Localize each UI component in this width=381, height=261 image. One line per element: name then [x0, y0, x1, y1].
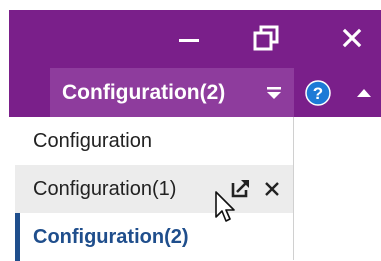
help-icon[interactable]: ? — [305, 80, 331, 106]
close-icon[interactable] — [265, 182, 279, 196]
restore-button[interactable] — [246, 20, 286, 56]
menu-item-configuration-2[interactable]: Configuration(2) — [15, 213, 293, 261]
collapse-icon[interactable] — [357, 89, 371, 97]
restore-icon — [253, 25, 279, 51]
minimize-icon — [179, 39, 199, 42]
menu-item-configuration[interactable]: Configuration — [15, 117, 293, 165]
mouse-pointer-icon — [215, 191, 235, 222]
dropdown-arrow-icon[interactable] — [267, 87, 281, 99]
svg-text:?: ? — [313, 84, 323, 103]
menu-item-label: Configuration(2) — [33, 226, 189, 248]
selected-indicator — [15, 213, 20, 261]
close-window-button[interactable] — [332, 20, 372, 56]
active-tab-label: Configuration(2) — [62, 81, 226, 104]
menu-item-configuration-1[interactable]: Configuration(1) — [15, 165, 293, 213]
menu-item-label: Configuration — [33, 130, 152, 152]
menu-item-label: Configuration(1) — [33, 178, 177, 200]
close-icon — [342, 28, 362, 48]
tab-dropdown-menu: Configuration Configuration(1) Configura… — [15, 117, 294, 261]
minimize-button[interactable] — [170, 20, 208, 56]
